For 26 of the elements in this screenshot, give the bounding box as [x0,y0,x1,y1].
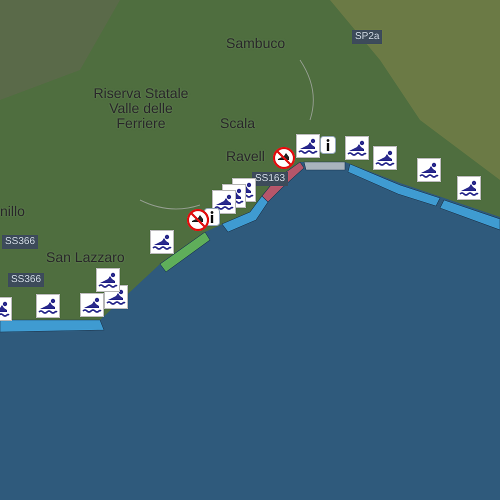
beach-zone[interactable] [160,232,210,272]
road-number-label: SP2a [352,30,382,44]
road-number-label: SS163 [252,172,288,186]
swimming-sign-icon[interactable] [417,158,441,182]
no-swimming-sign-icon[interactable] [186,208,210,232]
beach-zone[interactable] [348,164,440,206]
place-label: Sambuco [226,36,286,51]
swimming-sign-icon[interactable] [80,293,104,317]
swimming-sign-icon[interactable] [296,134,320,158]
road-number-label: SS366 [2,235,38,249]
place-label: San Lazzaro [46,250,125,265]
swimming-sign-icon[interactable] [96,268,120,292]
swimming-sign-icon[interactable] [150,230,174,254]
beach-zone[interactable] [222,196,268,232]
place-label: Scala [220,116,256,131]
place-label: Riserva Statale Valle delle Ferriere [92,86,190,131]
swimming-sign-icon[interactable] [457,176,481,200]
place-label: nillo [0,204,25,219]
place-label: Ravell [226,149,265,164]
no-swimming-sign-icon[interactable] [272,146,296,170]
road-number-label: SS366 [8,273,44,287]
swimming-sign-icon[interactable] [36,294,60,318]
swimming-sign-icon[interactable] [345,136,369,160]
swimming-sign-icon[interactable] [212,190,236,214]
info-icon[interactable] [320,136,336,154]
swimming-sign-icon[interactable] [373,146,397,170]
